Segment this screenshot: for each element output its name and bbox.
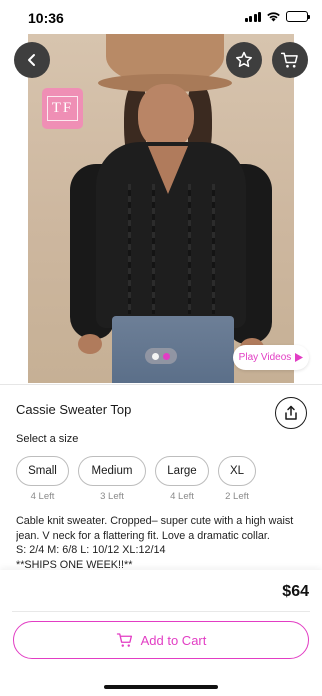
status-bar: 10:36: [0, 0, 322, 34]
wifi-icon: [267, 12, 280, 22]
size-chip-small[interactable]: Small: [16, 456, 69, 486]
size-chip-large[interactable]: Large: [155, 456, 209, 486]
brand-logo: TF: [42, 88, 83, 129]
play-videos-button[interactable]: Play Videos: [233, 345, 309, 370]
cart-button[interactable]: [272, 42, 308, 78]
chevron-left-icon: [28, 54, 35, 66]
purchase-footer: $64 Add to Cart: [0, 570, 322, 696]
price: $64: [282, 583, 309, 600]
description-line: S: 2/4 M: 6/8 L: 10/12 XL:12/14: [16, 544, 166, 557]
share-icon: [285, 405, 297, 420]
cart-icon: [116, 633, 132, 647]
cart-icon: [280, 52, 298, 68]
star-icon: [236, 51, 252, 67]
battery-icon: [286, 11, 310, 22]
size-prompt: Select a size: [16, 433, 79, 445]
divider: [0, 384, 322, 385]
status-icons: [244, 11, 310, 22]
add-to-cart-label: Add to Cart: [140, 632, 207, 648]
size-option-small: Small 4 Left: [16, 456, 69, 502]
size-option-xl: XL 2 Left: [218, 456, 256, 502]
description-line: **SHIPS ONE WEEK!!**: [16, 558, 133, 570]
size-option-medium: Medium 3 Left: [78, 456, 146, 502]
product-description: Cable knit sweater. Cropped– super cute …: [16, 514, 312, 570]
size-chip-xl[interactable]: XL: [218, 456, 256, 486]
product-title: Cassie Sweater Top: [16, 402, 132, 417]
size-stock: 2 Left: [225, 491, 249, 502]
description-line: Cable knit sweater. Cropped– super cute …: [16, 515, 294, 527]
play-icon: [295, 353, 304, 362]
back-button[interactable]: [14, 42, 50, 78]
favorite-button[interactable]: [226, 42, 262, 78]
signal-icon: [244, 11, 261, 22]
play-videos-label: Play Videos: [238, 352, 292, 363]
brand-logo-text: TF: [46, 96, 79, 121]
size-option-large: Large 4 Left: [155, 456, 209, 502]
status-time: 10:36: [28, 10, 64, 26]
divider: [12, 611, 310, 612]
size-chip-medium[interactable]: Medium: [78, 456, 146, 486]
size-stock: 4 Left: [170, 491, 194, 502]
pagination-dot-active[interactable]: [163, 352, 170, 360]
size-stock: 3 Left: [100, 491, 124, 502]
description-line: jean. V neck for a flattering fit. Love …: [16, 529, 270, 542]
size-stock: 4 Left: [30, 491, 55, 502]
home-indicator: [104, 685, 218, 689]
product-image[interactable]: [28, 34, 294, 383]
share-button[interactable]: [275, 397, 307, 429]
pagination-dot[interactable]: [152, 352, 159, 360]
size-options: Small 4 Left Medium 3 Left Large 4 Left …: [16, 456, 256, 502]
add-to-cart-button[interactable]: Add to Cart: [13, 621, 309, 659]
image-pagination-dots[interactable]: [145, 348, 177, 364]
